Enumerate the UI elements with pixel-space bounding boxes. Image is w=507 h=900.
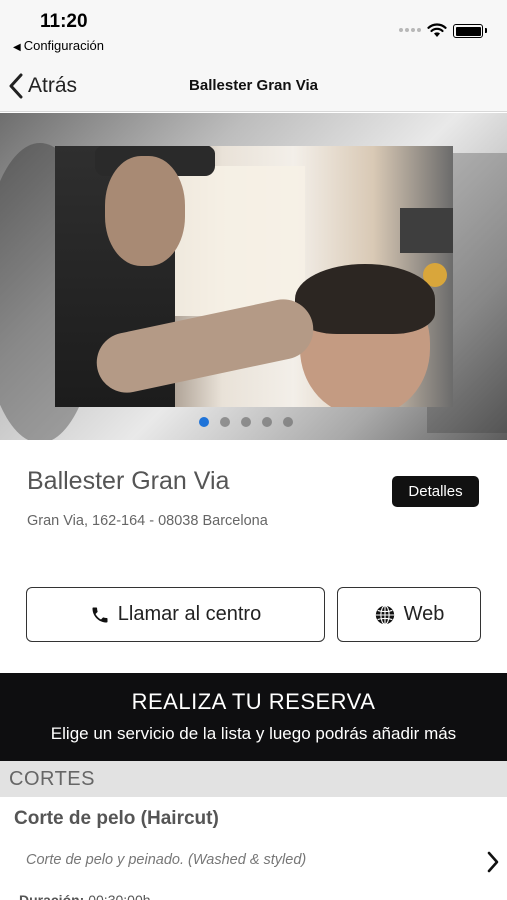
battery-icon [453,24,487,38]
carousel-dot[interactable] [240,417,251,427]
web-button[interactable]: Web [337,587,481,642]
details-button[interactable]: Detalles [392,476,479,507]
service-duration-label: Duración: [19,892,85,900]
service-duration: Duración: 00:30:00h [19,892,151,900]
call-center-button[interactable]: Llamar al centro [26,587,325,642]
signal-icon [399,28,421,32]
salon-address: Gran Via, 162-164 - 08038 Barcelona [27,513,268,529]
carousel-dot[interactable] [282,417,293,427]
service-description: Corte de pelo y peinado. (Washed & style… [26,852,307,868]
service-duration-value: 00:30:00h [88,892,151,900]
page-title: Ballester Gran Via [189,77,318,94]
status-time: 11:20 [40,11,88,32]
status-back-label: Configuración [23,38,104,53]
navigation-bar: Atrás Ballester Gran Via [0,64,507,112]
salon-name: Ballester Gran Via [27,467,230,495]
phone-icon [90,605,110,625]
globe-icon [374,604,396,626]
back-triangle-icon: ◀ [13,42,21,53]
call-center-label: Llamar al centro [117,603,262,625]
category-header: CORTES [0,761,507,797]
carousel-dot[interactable] [261,417,272,427]
reservation-title: REALIZA TU RESERVA [131,689,376,714]
wifi-icon [427,23,447,37]
carousel-pagination [0,417,507,427]
carousel-dot[interactable] [219,417,230,427]
reservation-subtitle: Elige un servicio de la lista y luego po… [50,724,457,743]
web-label: Web [403,603,445,625]
category-label: CORTES [9,768,95,790]
photo-carousel[interactable] [0,113,507,440]
status-back-to-app[interactable]: ◀ Configuración [13,38,104,53]
status-bar: 11:20 ◀ Configuración [0,0,507,64]
service-list-item[interactable]: Corte de pelo (Haircut) Corte de pelo y … [0,797,507,900]
barbershop-photo [55,146,453,407]
carousel-dot[interactable] [198,417,209,427]
reservation-banner: REALIZA TU RESERVA Elige un servicio de … [0,673,507,761]
chevron-right-icon [487,851,499,873]
service-name: Corte de pelo (Haircut) [14,808,219,829]
